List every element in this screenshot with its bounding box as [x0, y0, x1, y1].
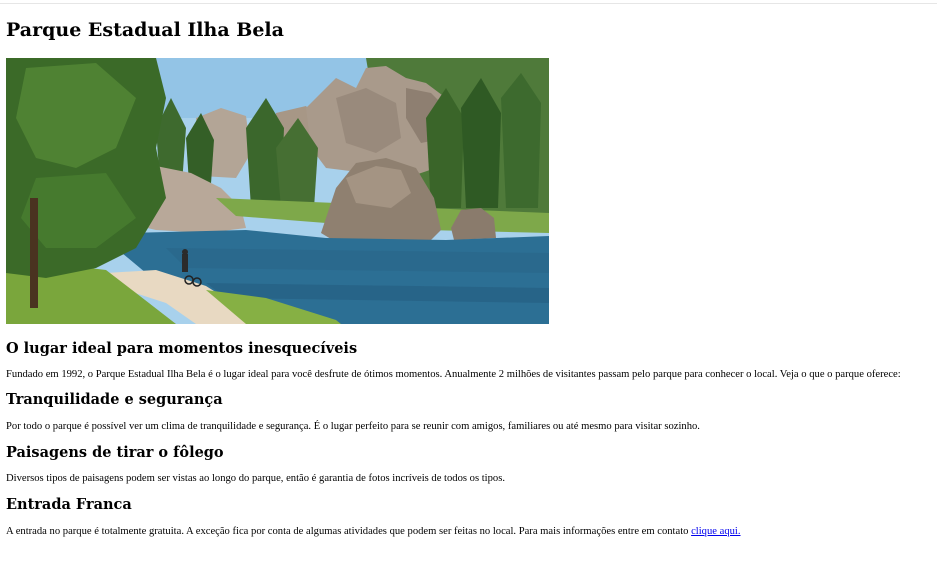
page-title: Parque Estadual Ilha Bela: [6, 19, 284, 41]
section-heading-free-entry: Entrada Franca: [6, 496, 132, 513]
section-heading-landscapes: Paisagens de tirar o fôlego: [6, 444, 224, 461]
section-text-free-entry: A entrada no parque é totalmente gratuit…: [6, 525, 931, 539]
section-text-landscapes: Diversos tipos de paisagens podem ser vi…: [6, 473, 505, 484]
section-text-ideal-place: Fundado em 1992, o Parque Estadual Ilha …: [6, 369, 901, 380]
contact-link[interactable]: clique aqui.: [691, 526, 740, 537]
window-top-border: [0, 0, 937, 4]
hero-image: [6, 58, 549, 324]
section-heading-ideal-place: O lugar ideal para momentos inesquecívei…: [6, 340, 358, 357]
section-text-tranquility: Por todo o parque é possível ver um clim…: [6, 421, 700, 432]
free-entry-text: A entrada no parque é totalmente gratuit…: [6, 526, 692, 537]
section-heading-tranquility: Tranquilidade e segurança: [6, 391, 223, 408]
page-content: Parque Estadual Ilha Bela O lugar ideal …: [6, 18, 931, 539]
